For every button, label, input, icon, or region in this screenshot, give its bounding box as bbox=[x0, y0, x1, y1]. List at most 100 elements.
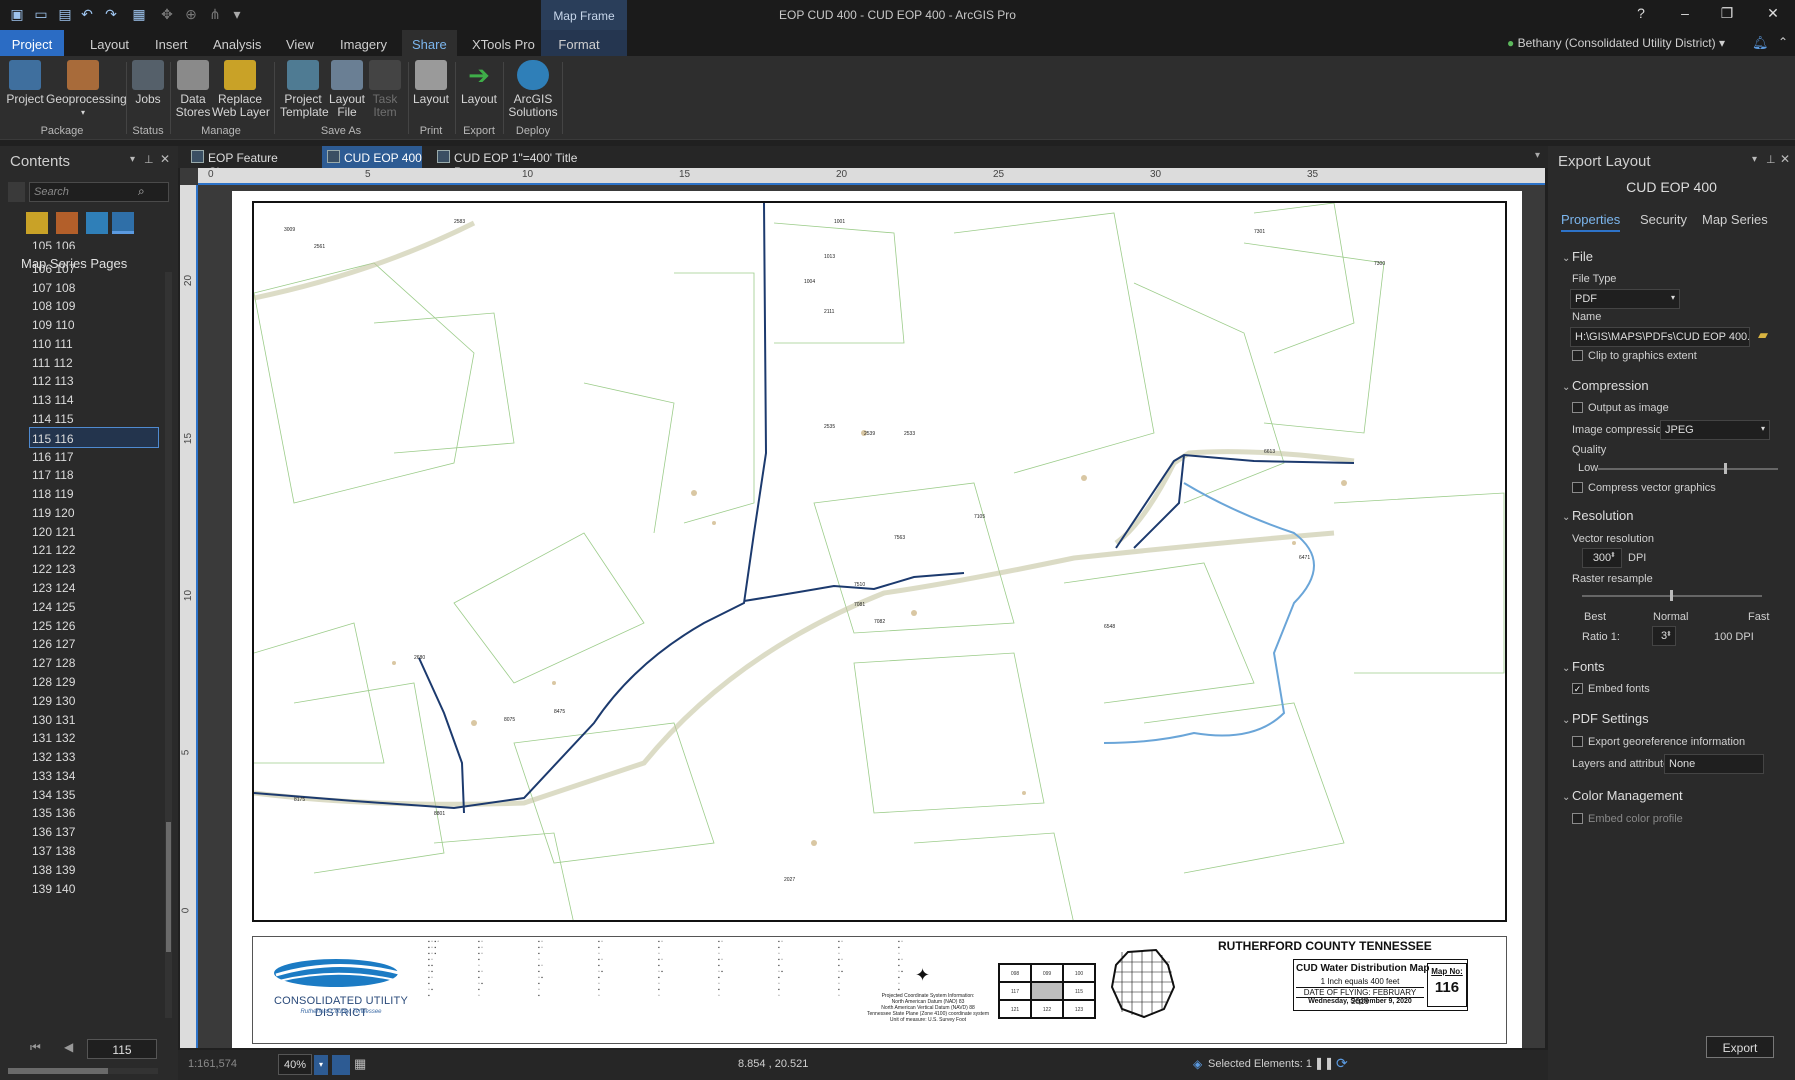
export-georeference-checkbox[interactable]: Export georeference information bbox=[1572, 736, 1745, 748]
pane-menu-icon[interactable]: ▾ bbox=[1752, 154, 1757, 165]
first-page-icon[interactable]: ⏮ bbox=[30, 1040, 41, 1055]
tab-properties[interactable]: Properties bbox=[1561, 212, 1621, 232]
image-compression-select[interactable]: JPEG ▾ bbox=[1660, 420, 1770, 440]
tab-xtools-pro[interactable]: XTools Pro bbox=[462, 30, 545, 56]
view-tab-title-page[interactable]: CUD EOP 1"=400' Title Page bbox=[432, 146, 592, 179]
user-account[interactable]: ● Bethany (Consolidated Utility District… bbox=[1507, 36, 1725, 50]
page-number-input[interactable]: 115 bbox=[87, 1039, 157, 1059]
tab-security[interactable]: Security bbox=[1640, 212, 1687, 227]
list-by-selection-icon[interactable] bbox=[86, 212, 108, 234]
map-series-page-item[interactable]: 139 140 bbox=[30, 878, 160, 899]
map-frame[interactable]: 1001 1013 1004 2111 2535 2539 2533 6613 7105 75… bbox=[252, 201, 1507, 922]
arcgis-solutions-button[interactable]: ArcGIS Solutions bbox=[508, 60, 558, 119]
tab-layout[interactable]: Layout bbox=[80, 30, 139, 56]
quality-slider[interactable] bbox=[1598, 468, 1778, 470]
export-layout-button[interactable]: ➔ Layout bbox=[460, 60, 498, 106]
map-series-pages-icon[interactable] bbox=[112, 212, 134, 234]
quality-slider-knob[interactable] bbox=[1724, 463, 1727, 474]
section-file[interactable]: ⌄ File bbox=[1562, 249, 1593, 264]
tabs-dropdown-icon[interactable]: ▾ bbox=[1535, 150, 1540, 161]
close-icon[interactable]: ✕ bbox=[1758, 5, 1788, 22]
company-name: CONSOLIDATED UTILITY DISTRICT bbox=[274, 995, 408, 1019]
spinner-icon[interactable]: ⬍ bbox=[1610, 551, 1616, 559]
print-layout-button[interactable]: Layout bbox=[412, 60, 450, 106]
close-icon[interactable]: ✕ bbox=[160, 152, 170, 166]
folder-icon[interactable]: ▰ bbox=[1758, 327, 1768, 343]
zoom-input[interactable]: 40% bbox=[278, 1054, 312, 1075]
replace-web-layer-button[interactable]: Replace Web Layer bbox=[212, 60, 270, 119]
geoprocessing-button[interactable]: Geoprocessing ▾ bbox=[46, 60, 127, 119]
list-by-source-icon[interactable] bbox=[56, 212, 78, 234]
section-fonts[interactable]: ⌄ Fonts bbox=[1562, 659, 1605, 674]
map-icon bbox=[191, 150, 204, 163]
zoom-dropdown-icon[interactable]: ▾ bbox=[314, 1055, 328, 1075]
file-name-input[interactable]: H:\GIS\MAPS\PDFs\CUD EOP 400.p bbox=[1570, 327, 1750, 347]
file-type-select[interactable]: PDF ▾ bbox=[1570, 289, 1680, 309]
contents-scrollbar[interactable] bbox=[165, 272, 172, 1018]
horizontal-scrollbar[interactable] bbox=[8, 1068, 158, 1074]
help-icon[interactable]: ? bbox=[1626, 5, 1656, 21]
jobs-button[interactable]: Jobs bbox=[130, 60, 166, 106]
scroll-thumb[interactable] bbox=[166, 822, 171, 952]
filter-icon[interactable] bbox=[8, 182, 25, 202]
layout-file-button[interactable]: Layout File bbox=[328, 60, 366, 119]
tab-share[interactable]: Share bbox=[402, 30, 457, 56]
export-button[interactable]: Export bbox=[1706, 1036, 1774, 1058]
map-legend-panel[interactable]: CONSOLIDATED UTILITY DISTRICT Rutherford… bbox=[252, 936, 1507, 1044]
view-tab-cud-eop-400[interactable]: CUD EOP 400 ✕ bbox=[322, 146, 422, 179]
layers-attributes-select[interactable]: None bbox=[1664, 754, 1764, 774]
prev-page-icon[interactable]: ◀ bbox=[64, 1040, 73, 1054]
collapse-ribbon-icon[interactable]: ⌃ bbox=[1778, 35, 1788, 49]
pause-icon[interactable]: ❚❚ bbox=[1314, 1056, 1334, 1070]
section-color-management[interactable]: ⌄ Color Management bbox=[1562, 788, 1683, 803]
tab-view[interactable]: View bbox=[276, 30, 324, 56]
tab-format[interactable]: Format bbox=[541, 30, 627, 56]
section-resolution[interactable]: ⌄ Resolution bbox=[1562, 508, 1633, 523]
chevron-down-icon: ⌄ bbox=[1562, 512, 1571, 523]
fixed-scale-icon[interactable] bbox=[332, 1055, 350, 1075]
pin-icon[interactable]: ⊥ bbox=[144, 153, 154, 166]
tab-analysis[interactable]: Analysis bbox=[203, 30, 271, 56]
minimize-icon[interactable]: – bbox=[1670, 5, 1700, 21]
tab-insert[interactable]: Insert bbox=[145, 30, 198, 56]
notification-icon[interactable]: 🔔︎ bbox=[1752, 35, 1769, 51]
drawing-order-icon[interactable] bbox=[26, 212, 48, 234]
package-project-button[interactable]: Project bbox=[4, 60, 46, 106]
layout-page[interactable]: 1001 1013 1004 2111 2535 2539 2533 6613 7105 75… bbox=[232, 191, 1522, 1048]
data-stores-button[interactable]: Data Stores bbox=[174, 60, 212, 119]
compress-vector-checkbox[interactable]: Compress vector graphics bbox=[1572, 482, 1716, 494]
refresh-icon[interactable]: ⟳ bbox=[1336, 1055, 1348, 1072]
legend-column: ▪ ▫ ▪ ▫ ▪ ▫ ▪ ▫ ▪ ▪ ▫ ▪ ▫ bbox=[598, 939, 603, 999]
output-as-image-checkbox[interactable]: Output as image bbox=[1572, 402, 1669, 414]
search-icon[interactable]: ⌕ bbox=[138, 184, 145, 199]
grid-icon[interactable]: ▦ bbox=[354, 1056, 366, 1072]
embed-fonts-checkbox[interactable]: ✓ Embed fonts bbox=[1572, 683, 1650, 695]
project-template-button[interactable]: Project Template bbox=[280, 60, 329, 119]
layout-view[interactable]: 0 5 10 15 20 25 30 35 20 15 10 5 0 1001 … bbox=[180, 168, 1545, 1048]
contents-search-input[interactable]: Search bbox=[29, 182, 169, 202]
section-pdf-settings[interactable]: ⌄ PDF Settings bbox=[1562, 711, 1649, 726]
tab-imagery[interactable]: Imagery bbox=[330, 30, 397, 56]
tab-map-series[interactable]: Map Series bbox=[1702, 212, 1768, 227]
checkbox-box bbox=[1572, 402, 1583, 413]
ratio-input[interactable]: 3 bbox=[1652, 626, 1676, 646]
task-item-button[interactable]: Task Item bbox=[368, 60, 402, 119]
pin-icon[interactable]: ⊥ bbox=[1766, 153, 1776, 166]
file-type-value: PDF bbox=[1575, 293, 1597, 305]
clip-to-graphics-checkbox[interactable]: Clip to graphics extent bbox=[1572, 350, 1697, 362]
group-package: Package bbox=[40, 125, 84, 137]
embed-color-profile-checkbox[interactable]: Embed color profile bbox=[1572, 813, 1683, 825]
svg-text:7082: 7082 bbox=[874, 619, 885, 625]
view-tab-eop-feature-classes[interactable]: EOP Feature Classes bbox=[186, 146, 312, 179]
tab-project[interactable]: Project bbox=[0, 30, 64, 56]
raster-resample-knob[interactable] bbox=[1670, 590, 1673, 601]
spinner-icon[interactable]: ⬍ bbox=[1666, 630, 1672, 638]
svg-text:1004: 1004 bbox=[804, 279, 815, 285]
raster-resample-label: Raster resample bbox=[1572, 573, 1653, 585]
section-compression[interactable]: ⌄ Compression bbox=[1562, 378, 1649, 393]
close-icon[interactable]: ✕ bbox=[1780, 152, 1790, 166]
pane-menu-icon[interactable]: ▾ bbox=[130, 154, 135, 165]
vector-resolution-input[interactable]: 300 bbox=[1582, 548, 1622, 568]
restore-icon[interactable]: ❐ bbox=[1712, 5, 1742, 22]
map-series-page-item[interactable]: 105 106 bbox=[30, 239, 160, 249]
